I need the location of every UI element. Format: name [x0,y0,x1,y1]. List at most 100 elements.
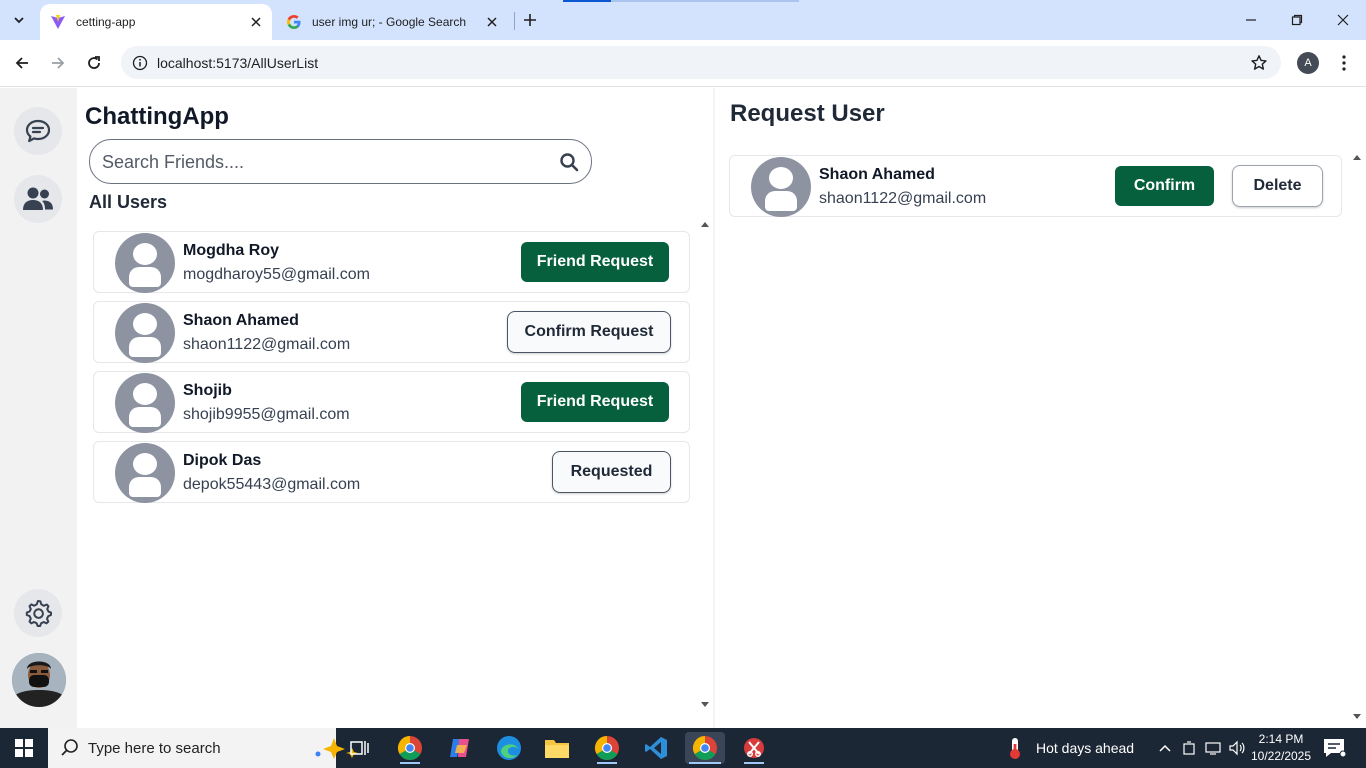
reload-button[interactable] [80,49,108,77]
chrome-active-taskbar-icon[interactable] [685,732,725,764]
default-avatar-icon [115,373,175,433]
tab-cetting-app[interactable]: cetting-app [40,4,272,40]
vscode-taskbar-icon[interactable] [636,732,676,764]
restore-button[interactable] [1274,0,1320,40]
user-name: Shaon Ahamed [819,166,935,183]
snipping-tool-taskbar-icon[interactable] [734,732,774,764]
copilot-taskbar-icon[interactable] [440,732,480,764]
chevron-up-icon [1159,744,1171,752]
chevron-down-icon [14,17,24,24]
list-item: Mogdha Roy mogdharoy55@gmail.com Friend … [93,231,690,293]
taskbar-search-text: Type here to search [88,740,221,757]
clock-date: 10/22/2025 [1250,749,1312,763]
volume-icon[interactable] [1227,738,1247,758]
browser-menu-button[interactable] [1330,49,1358,77]
confirm-button[interactable]: Confirm [1115,166,1214,206]
tab-title: cetting-app [76,15,136,29]
delete-button[interactable]: Delete [1232,165,1323,207]
tab-search-button[interactable] [6,7,32,33]
friends-nav-button[interactable] [14,175,62,223]
tab-separator [514,12,515,30]
windows-taskbar: Type here to search Hot days ahead 2:14 … [0,728,1366,768]
taskbar-search[interactable]: Type here to search [48,728,358,768]
close-icon [1337,14,1349,26]
chat-nav-button[interactable] [14,107,62,155]
weather-text: Hot days ahead [1036,740,1135,756]
search-icon [61,739,78,756]
edge-taskbar-icon[interactable] [489,732,529,764]
system-clock[interactable]: 2:14 PM 10/22/2025 [1250,731,1312,765]
user-name: Shojib [183,382,232,399]
all-users-panel: ChattingApp All Users Mogdha Roy mogdhar… [77,88,713,728]
requested-button[interactable]: Requested [552,451,671,493]
app-title: ChattingApp [85,103,229,130]
tab-close-icon[interactable] [482,12,502,32]
weather-widget[interactable]: Hot days ahead [1004,728,1134,768]
user-email: shojib9955@gmail.com [183,406,350,423]
task-view-icon [350,741,369,755]
new-tab-button[interactable] [518,8,542,32]
url-text[interactable]: localhost:5173/AllUserList [157,55,318,71]
address-bar[interactable]: localhost:5173/AllUserList [121,46,1281,79]
chrome-taskbar-icon[interactable] [390,732,430,764]
kebab-menu-icon [1342,55,1346,71]
user-email: depok55443@gmail.com [183,476,361,493]
list-item: Shojib shojib9955@gmail.com Friend Reque… [93,371,690,433]
user-avatar[interactable] [12,653,66,707]
app-sidebar [0,88,77,728]
tab-loading-track [611,0,799,2]
default-avatar-icon [115,233,175,293]
friends-icon [23,187,53,210]
all-users-heading: All Users [89,192,168,212]
search-icon[interactable] [559,152,579,172]
vite-favicon-icon [50,14,66,30]
tab-close-icon[interactable] [246,12,266,32]
minimize-button[interactable] [1228,0,1274,40]
scroll-down-arrow-icon[interactable] [700,700,710,710]
list-item: Dipok Das depok55443@gmail.com Requested [93,441,690,503]
user-name: Mogdha Roy [183,242,279,259]
default-avatar-icon [115,303,175,363]
reload-icon [88,56,100,69]
show-hidden-icons-button[interactable] [1155,738,1175,758]
list-item: Shaon Ahamed shaon1122@gmail.com Confirm… [729,155,1342,217]
windows-logo-icon [15,739,33,757]
search-input[interactable] [102,148,542,176]
search-box [89,139,592,184]
file-explorer-taskbar-icon[interactable] [537,732,577,764]
scroll-up-arrow-icon[interactable] [1352,152,1362,162]
scroll-down-arrow-icon[interactable] [1352,712,1362,722]
battery-tray-icon[interactable] [1179,738,1199,758]
minimize-icon [1246,19,1256,21]
plus-icon [524,14,536,26]
back-button[interactable] [8,49,36,77]
thermometer-icon [1010,738,1020,759]
close-window-button[interactable] [1320,0,1366,40]
friend-request-button[interactable]: Friend Request [521,242,669,282]
chrome-profile-taskbar-icon[interactable] [587,732,627,764]
site-info-icon[interactable] [131,54,149,72]
user-email: mogdharoy55@gmail.com [183,266,370,283]
task-view-button[interactable] [340,732,380,764]
request-user-heading: Request User [730,100,885,127]
profile-avatar[interactable]: A [1297,52,1319,74]
tab-title: user img ur; - Google Search [312,15,467,29]
default-avatar-icon [751,157,811,217]
bookmark-star-icon[interactable] [1249,53,1269,73]
confirm-request-button[interactable]: Confirm Request [507,311,671,353]
scroll-up-arrow-icon[interactable] [700,219,710,229]
settings-nav-button[interactable] [14,589,62,637]
arrow-left-icon [15,57,28,69]
start-button[interactable] [0,728,48,768]
forward-button[interactable] [44,49,72,77]
request-user-panel: Request User Shaon Ahamed shaon1122@gmai… [715,88,1366,728]
network-icon[interactable] [1203,738,1223,758]
user-name: Shaon Ahamed [183,312,299,329]
clock-time: 2:14 PM [1258,732,1304,746]
notification-icon[interactable] [1322,737,1346,759]
tab-google-search[interactable]: user img ur; - Google Search [276,4,508,40]
friend-request-button[interactable]: Friend Request [521,382,669,422]
user-email: shaon1122@gmail.com [183,336,351,353]
restore-icon [1291,14,1303,26]
google-favicon-icon [286,14,302,30]
